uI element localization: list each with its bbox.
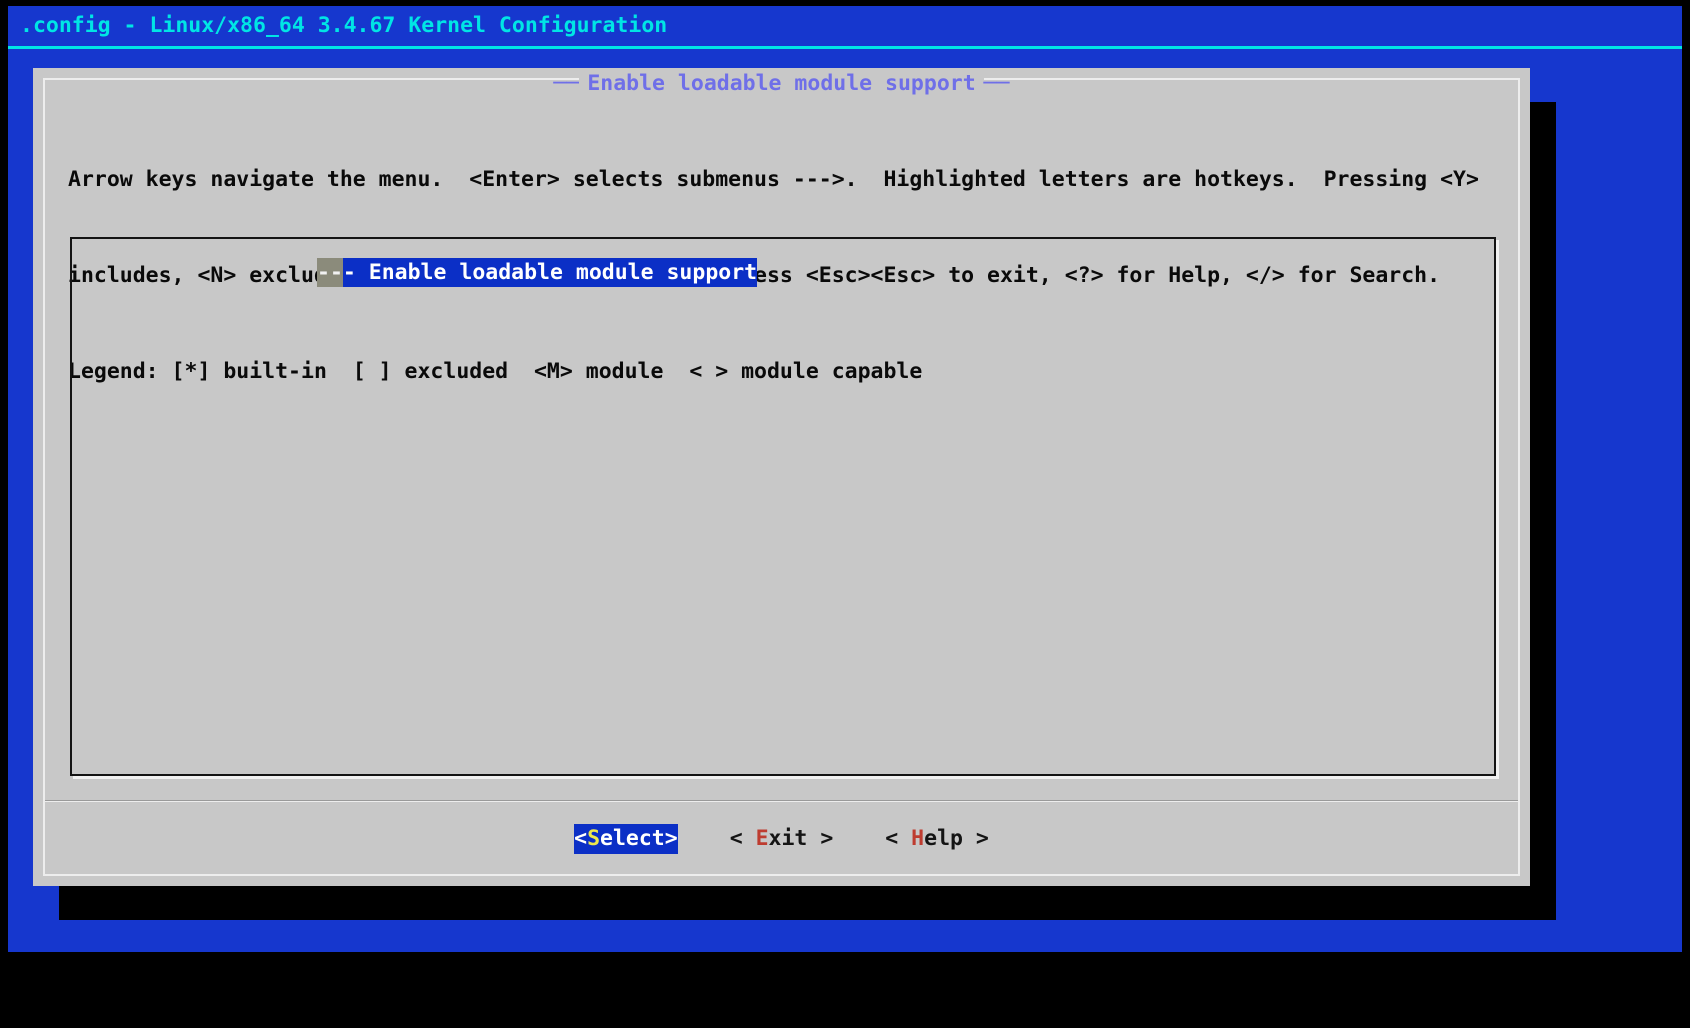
- menu-item-enable-loadable-module-support[interactable]: -- - Enable loadable module support: [317, 258, 758, 287]
- exit-button-post: xit >: [768, 826, 834, 851]
- select-button-post: elect>: [600, 826, 678, 851]
- exit-button-hotkey: E: [755, 826, 769, 851]
- select-button-hotkey: S: [587, 826, 601, 851]
- exit-button-pre: <: [729, 826, 756, 851]
- help-button-hotkey: H: [911, 826, 925, 851]
- buttons-separator: [45, 800, 1518, 802]
- button-row: <Select> < Exit > < Help >: [33, 824, 1530, 854]
- dialog-title: ── Enable loadable module support ──: [33, 70, 1530, 98]
- select-button[interactable]: <Select>: [574, 824, 678, 854]
- terminal-screen: .config - Linux/x86_64 3.4.67 Kernel Con…: [8, 6, 1682, 952]
- title-dash-left: ──: [553, 71, 580, 96]
- dialog-title-text: Enable loadable module support: [579, 71, 984, 96]
- menu-cursor: --: [317, 258, 343, 287]
- exit-button[interactable]: < Exit >: [730, 824, 834, 854]
- help-button-pre: <: [885, 826, 912, 851]
- title-dash-right: ──: [983, 71, 1010, 96]
- menu-item-label: - Enable loadable module support: [342, 258, 758, 287]
- help-line-1: Arrow keys navigate the menu. <Enter> se…: [68, 167, 1479, 192]
- help-button[interactable]: < Help >: [885, 824, 989, 854]
- kernel-config-dialog: ── Enable loadable module support ── Arrow…: [33, 68, 1530, 886]
- select-button-pre: <: [574, 826, 588, 851]
- help-button-post: elp >: [924, 826, 989, 851]
- title-divider: [8, 46, 1682, 49]
- menu-list: -- - Enable loadable module support: [70, 237, 1496, 776]
- window-title: .config - Linux/x86_64 3.4.67 Kernel Con…: [20, 13, 668, 38]
